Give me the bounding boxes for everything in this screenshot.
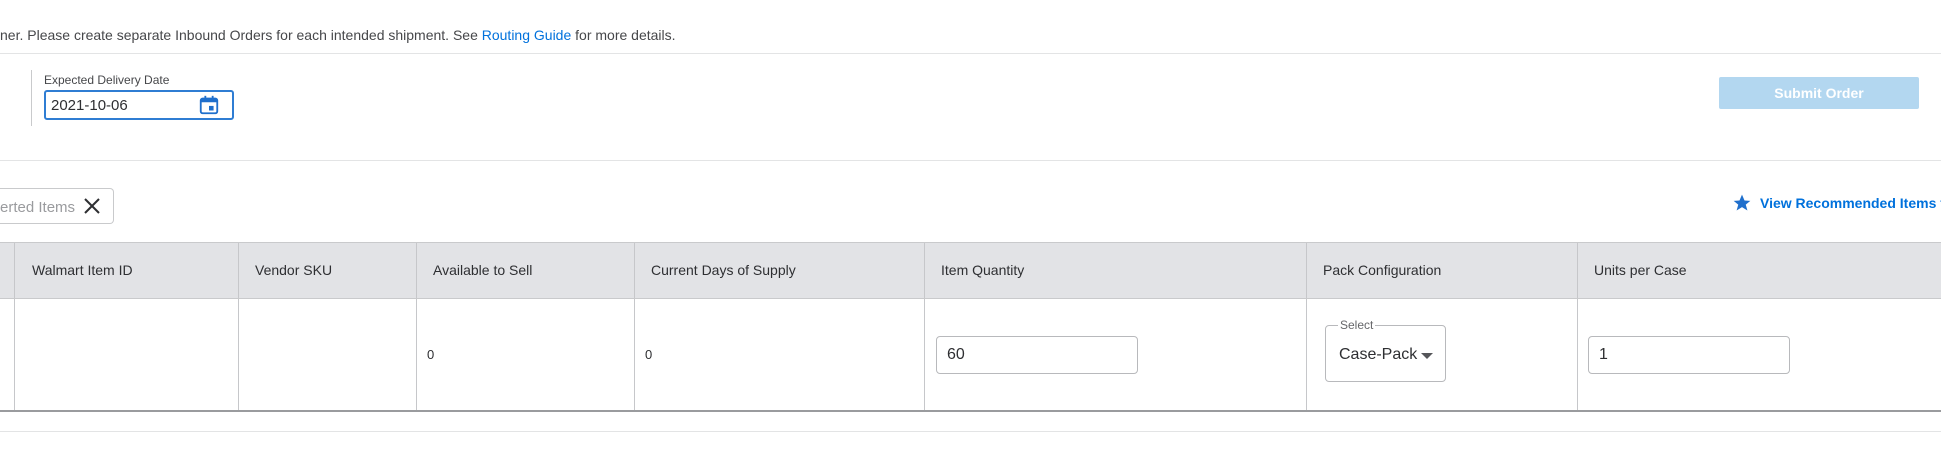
- divider: [0, 431, 1941, 432]
- close-icon[interactable]: [83, 197, 101, 215]
- header-units-per-case[interactable]: Units per Case: [1577, 243, 1941, 298]
- routing-notice: ner. Please create separate Inbound Orde…: [0, 27, 676, 43]
- calendar-icon[interactable]: [198, 94, 220, 116]
- select-legend: Select: [1338, 318, 1376, 332]
- header-current-days-of-supply[interactable]: Current Days of Supply: [634, 243, 924, 298]
- expected-delivery-date-label: Expected Delivery Date: [44, 73, 170, 87]
- pack-configuration-select[interactable]: Select Case-Pack: [1325, 318, 1446, 382]
- cell-current-days-of-supply: 0: [634, 299, 924, 410]
- cell-pack-configuration: Select Case-Pack: [1306, 299, 1577, 410]
- submit-order-button[interactable]: Submit Order: [1719, 77, 1919, 109]
- search-inserted-items-input[interactable]: erted Items: [0, 188, 114, 224]
- divider: [0, 160, 1941, 161]
- search-placeholder: erted Items: [0, 199, 76, 216]
- select-value: Case-Pack: [1339, 346, 1418, 363]
- notice-suffix: for more details.: [571, 27, 676, 43]
- header-available-to-sell[interactable]: Available to Sell: [416, 243, 634, 298]
- header-walmart-item-id[interactable]: Walmart Item ID: [14, 243, 238, 298]
- header-pack-configuration[interactable]: Pack Configuration: [1306, 243, 1577, 298]
- vertical-divider: [31, 70, 32, 126]
- cell-units-per-case: 1: [1577, 299, 1941, 410]
- cell-walmart-item-id: [14, 299, 238, 410]
- days-of-supply-value: 0: [645, 347, 653, 362]
- cell-vendor-sku: [238, 299, 416, 410]
- view-recommended-items-link[interactable]: View Recommended Items to R: [1732, 193, 1941, 213]
- item-quantity-input[interactable]: 60: [936, 336, 1138, 374]
- units-per-case-input[interactable]: 1: [1588, 336, 1790, 374]
- table-header: Walmart Item ID Vendor SKU Available to …: [0, 242, 1941, 299]
- routing-guide-link[interactable]: Routing Guide: [482, 27, 572, 43]
- table-row: 0 0 60 Select Case-Pack 1: [0, 299, 1941, 412]
- recommended-label: View Recommended Items to R: [1760, 195, 1941, 211]
- header-vendor-sku[interactable]: Vendor SKU: [238, 243, 416, 298]
- cell-item-quantity: 60: [924, 299, 1306, 410]
- available-to-sell-value: 0: [427, 347, 435, 362]
- star-icon: [1733, 194, 1751, 211]
- date-value: 2021-10-06: [51, 97, 128, 114]
- expected-delivery-date-input[interactable]: 2021-10-06: [44, 90, 234, 120]
- divider: [0, 53, 1941, 54]
- chevron-down-icon: [1421, 353, 1433, 359]
- cell-available-to-sell: 0: [416, 299, 634, 410]
- header-item-quantity[interactable]: Item Quantity: [924, 243, 1306, 298]
- notice-text: ner. Please create separate Inbound Orde…: [0, 27, 482, 43]
